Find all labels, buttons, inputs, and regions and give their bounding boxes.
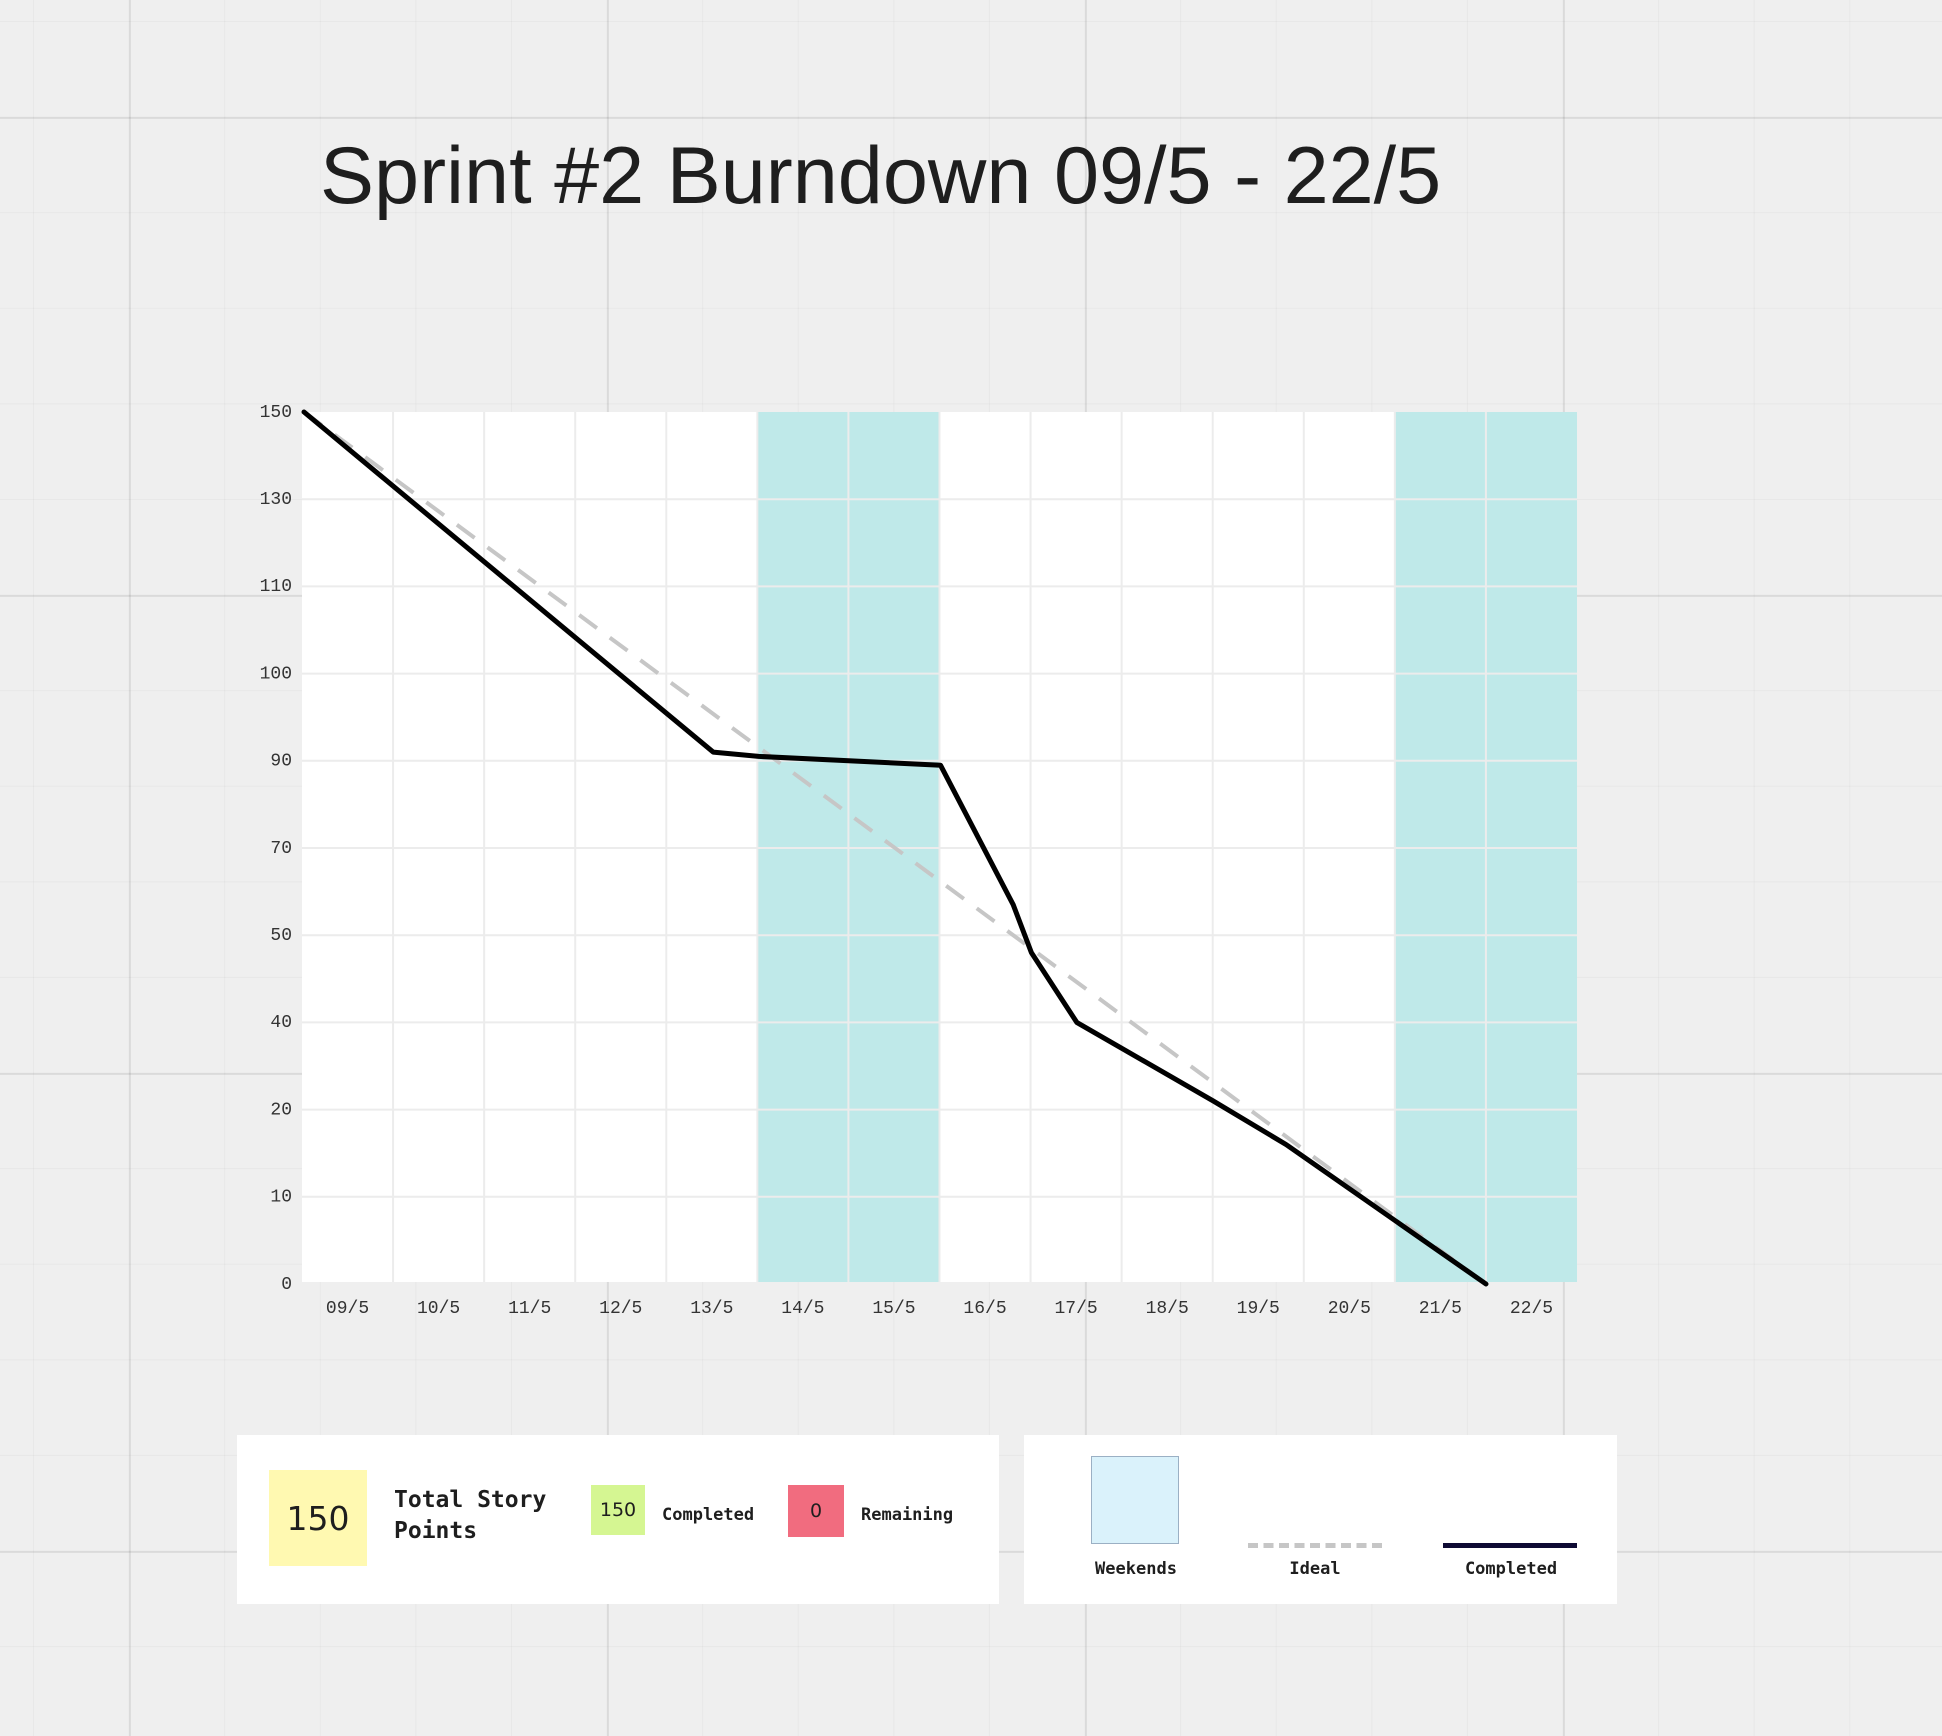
legend-weekends-swatch [1091,1456,1179,1544]
remaining-value: 0 [809,1500,823,1522]
legend-weekends-label: Weekends [1095,1559,1177,1579]
x-tick-label: 12/5 [599,1299,642,1319]
x-axis-ticks: 09/5 10/5 11/5 12/5 13/5 14/5 15/5 16/5 17/5 18/5… [326,1299,1553,1319]
y-tick-label: 70 [270,839,292,859]
x-tick-label: 10/5 [417,1299,460,1319]
y-tick-label: 20 [270,1100,292,1120]
y-tick-label: 90 [270,752,292,772]
legend-completed-label: Completed [1464,1559,1558,1579]
legend-panel: Weekends Ideal Completed [1024,1435,1617,1604]
total-points-value: 150 [286,1498,350,1538]
completed-label: Completed [662,1505,755,1525]
x-tick-label: 21/5 [1419,1299,1462,1319]
y-tick-label: 130 [260,490,292,510]
y-tick-label: 100 [260,664,292,684]
x-tick-label: 17/5 [1054,1299,1097,1319]
x-tick-label: 20/5 [1328,1299,1371,1319]
summary-panel: 150 Total Story Points 150 Completed 0 R… [237,1435,999,1604]
x-tick-label: 13/5 [690,1299,733,1319]
remaining-label: Remaining [861,1505,954,1525]
x-tick-label: 19/5 [1237,1299,1280,1319]
y-axis-ticks: 1501301101009070504020100 [260,403,292,1295]
y-tick-label: 10 [270,1188,292,1208]
x-tick-label: 14/5 [781,1299,824,1319]
remaining-sticky[interactable]: 0 [788,1485,844,1537]
total-points-label: Total Story Points [394,1487,547,1544]
legend-ideal-line [1248,1543,1382,1548]
legend-ideal-label: Ideal [1289,1559,1341,1579]
x-tick-label: 09/5 [326,1299,369,1319]
y-tick-label: 110 [260,577,292,597]
y-tick-label: 50 [270,926,292,946]
x-tick-label: 11/5 [508,1299,551,1319]
completed-value: 150 [599,1499,637,1521]
x-tick-label: 16/5 [963,1299,1006,1319]
total-points-sticky[interactable]: 150 [269,1470,367,1566]
x-tick-label: 15/5 [872,1299,915,1319]
y-tick-label: 0 [281,1275,292,1295]
y-tick-label: 150 [260,403,292,423]
y-tick-label: 40 [270,1013,292,1033]
x-tick-label: 18/5 [1146,1299,1189,1319]
completed-sticky[interactable]: 150 [591,1485,645,1535]
x-tick-label: 22/5 [1510,1299,1553,1319]
legend-completed-line [1443,1543,1577,1548]
